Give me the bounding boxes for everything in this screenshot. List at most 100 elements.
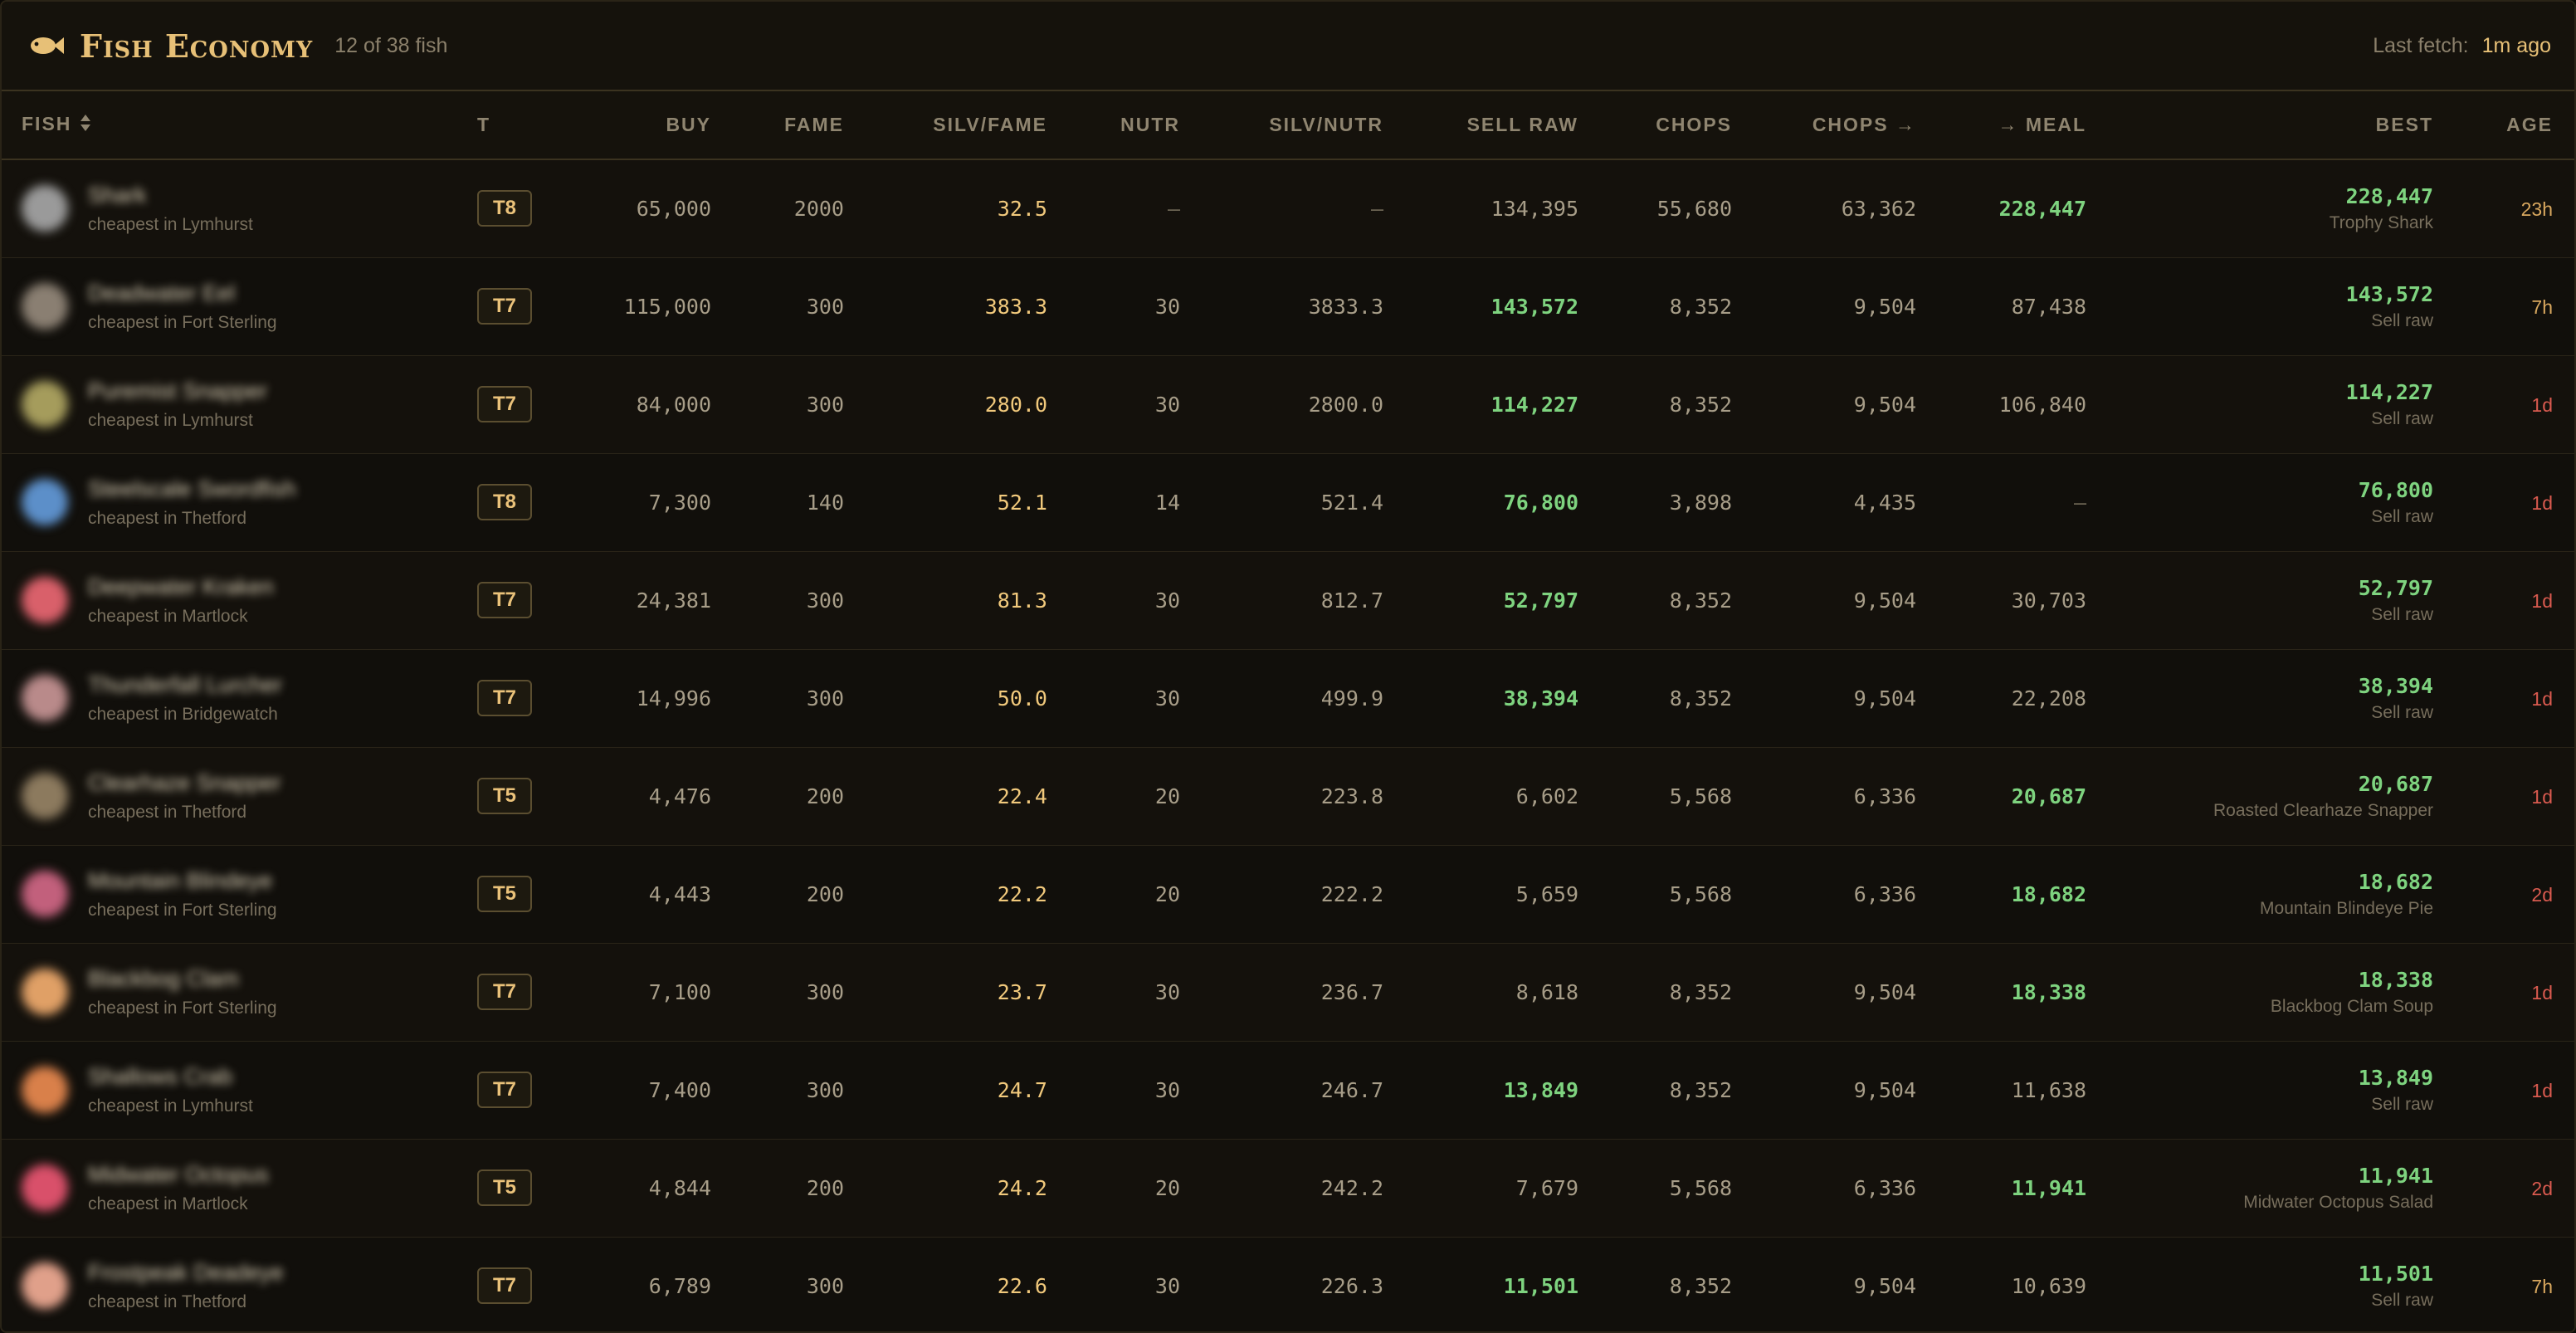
fame-cell: 300 [806,979,844,1004]
fish-name[interactable]: Deadwater Eel [88,281,277,306]
col-sell-raw[interactable]: SELL RAW [1408,91,1603,160]
fish-cell: Blackbog Clam cheapest in Fort Sterling [2,943,454,1041]
tier-cell: T7 [454,1237,562,1331]
col-chops-to[interactable]: CHOPS → [1757,91,1941,160]
table-row[interactable]: Shark cheapest in Lymhurst T8 65,000 200… [2,159,2574,257]
col-meal[interactable]: → MEAL [1941,91,2111,160]
fish-name[interactable]: Deepwater Kraken [88,574,274,600]
age-value: 1d [2531,1079,2553,1101]
best-cell: 18,338 Blackbog Clam Soup [2111,943,2458,1041]
fish-thumbnail [22,185,68,232]
col-chops[interactable]: CHOPS [1603,91,1757,160]
fame-cell: 2000 [793,196,844,221]
tier-cell: T8 [454,159,562,257]
chops-cell: 55,680 [1656,196,1732,221]
col-age[interactable]: AGE [2458,91,2574,160]
silv-nutr-cell: 499.9 [1320,686,1383,710]
silv-fame-cell: 52.1 [997,490,1047,515]
fish-name[interactable]: Clearhaze Snapper [88,770,281,796]
table-row[interactable]: Midwater Octopus cheapest in Martlock T5… [2,1139,2574,1237]
fish-market: cheapest in Lymhurst [88,214,253,234]
meal-cell: 22,208 [2011,686,2086,710]
tier-cell: T7 [454,1041,562,1139]
fish-thumbnail [22,1262,68,1309]
last-fetch-label: Last fetch: [2373,33,2469,57]
col-fish[interactable]: FISH [2,91,454,160]
table-row[interactable]: Blackbog Clam cheapest in Fort Sterling … [2,943,2574,1041]
sell-raw-cell: 6,602 [1515,784,1578,808]
col-nutr[interactable]: NUTR [1072,91,1205,160]
table-row[interactable]: Mountain Blindeye cheapest in Fort Sterl… [2,845,2574,943]
best-value: 13,849 [2358,1065,2433,1090]
table-row[interactable]: Frostpeak Deadeye cheapest in Thetford T… [2,1237,2574,1331]
chops-cell: 8,352 [1669,294,1732,319]
silv-fame-cell: 22.2 [997,881,1047,906]
chops-cell: 8,352 [1669,686,1732,710]
buy-cell: 84,000 [636,392,711,417]
fish-name[interactable]: Shark [88,183,253,208]
age-value: 7h [2531,1275,2553,1297]
table-row[interactable]: Deadwater Eel cheapest in Fort Sterling … [2,257,2574,355]
fish-name[interactable]: Thunderfall Lurcher [88,672,282,698]
chops-to-cell: 63,362 [1841,196,1916,221]
fish-market: cheapest in Fort Sterling [88,998,277,1018]
silv-nutr-cell: 226.3 [1320,1273,1383,1298]
fame-cell: 300 [806,1273,844,1298]
table-row[interactable]: Steelscale Swordfish cheapest in Thetfor… [2,453,2574,551]
fish-name[interactable]: Blackbog Clam [88,966,277,992]
fish-name[interactable]: Mountain Blindeye [88,868,277,894]
chops-cell: 5,568 [1669,881,1732,906]
col-buy[interactable]: BUY [562,91,736,160]
nutr-cell: 30 [1154,979,1180,1004]
table-row[interactable]: Clearhaze Snapper cheapest in Thetford T… [2,747,2574,845]
table-row[interactable]: Puremist Snapper cheapest in Lymhurst T7… [2,355,2574,453]
table-row[interactable]: Thunderfall Lurcher cheapest in Bridgewa… [2,649,2574,747]
best-value: 11,501 [2358,1261,2433,1286]
best-source: Roasted Clearhaze Snapper [2213,800,2433,820]
tier-cell: T7 [454,551,562,649]
best-source: Sell raw [2371,506,2433,526]
col-tier[interactable]: T [454,91,562,160]
fish-cell: Thunderfall Lurcher cheapest in Bridgewa… [2,649,454,747]
col-fame[interactable]: FAME [736,91,869,160]
fish-market: cheapest in Martlock [88,1194,248,1213]
table-row[interactable]: Deepwater Kraken cheapest in Martlock T7… [2,551,2574,649]
buy-cell: 4,844 [648,1175,711,1200]
col-silv-fame[interactable]: SILV/FAME [869,91,1072,160]
meal-cell: — [2073,490,2086,515]
best-source: Midwater Octopus Salad [2243,1192,2433,1212]
fish-thumbnail [22,675,68,721]
table-row[interactable]: Shallows Crab cheapest in Lymhurst T7 7,… [2,1041,2574,1139]
chops-cell: 8,352 [1669,979,1732,1004]
silv-fame-cell: 81.3 [997,588,1047,613]
best-value: 38,394 [2358,673,2433,698]
table-header-row: FISH T BUY FAME SILV/FAME NUTR SILV/NUTR… [2,91,2574,160]
col-silv-nutr[interactable]: SILV/NUTR [1205,91,1408,160]
tier-cell: T8 [454,453,562,551]
chops-to-cell: 9,504 [1853,1077,1916,1102]
age-value: 7h [2531,295,2553,318]
fish-cell: Midwater Octopus cheapest in Martlock [2,1139,454,1237]
fish-name[interactable]: Midwater Octopus [88,1162,269,1188]
tier-cell: T7 [454,943,562,1041]
meal-cell: 11,941 [2011,1175,2086,1200]
best-source: Trophy Shark [2329,212,2433,232]
tier-badge: T7 [477,288,532,325]
age-cell: 1d [2458,649,2574,747]
silv-nutr-cell: 812.7 [1320,588,1383,613]
best-source: Blackbog Clam Soup [2270,996,2433,1016]
silv-fame-cell: 50.0 [997,686,1047,710]
col-best[interactable]: BEST [2111,91,2458,160]
fish-name[interactable]: Steelscale Swordfish [88,476,296,502]
sort-icon[interactable] [80,114,91,137]
fish-name[interactable]: Puremist Snapper [88,378,267,404]
silv-fame-cell: 32.5 [997,196,1047,221]
fish-name[interactable]: Frostpeak Deadeye [88,1260,284,1286]
fame-cell: 200 [806,1175,844,1200]
best-source: Sell raw [2371,1094,2433,1114]
fish-thumbnail [22,1165,68,1211]
best-value: 76,800 [2358,477,2433,502]
fame-cell: 300 [806,588,844,613]
fish-name[interactable]: Shallows Crab [88,1064,253,1090]
fish-thumbnail [22,773,68,819]
